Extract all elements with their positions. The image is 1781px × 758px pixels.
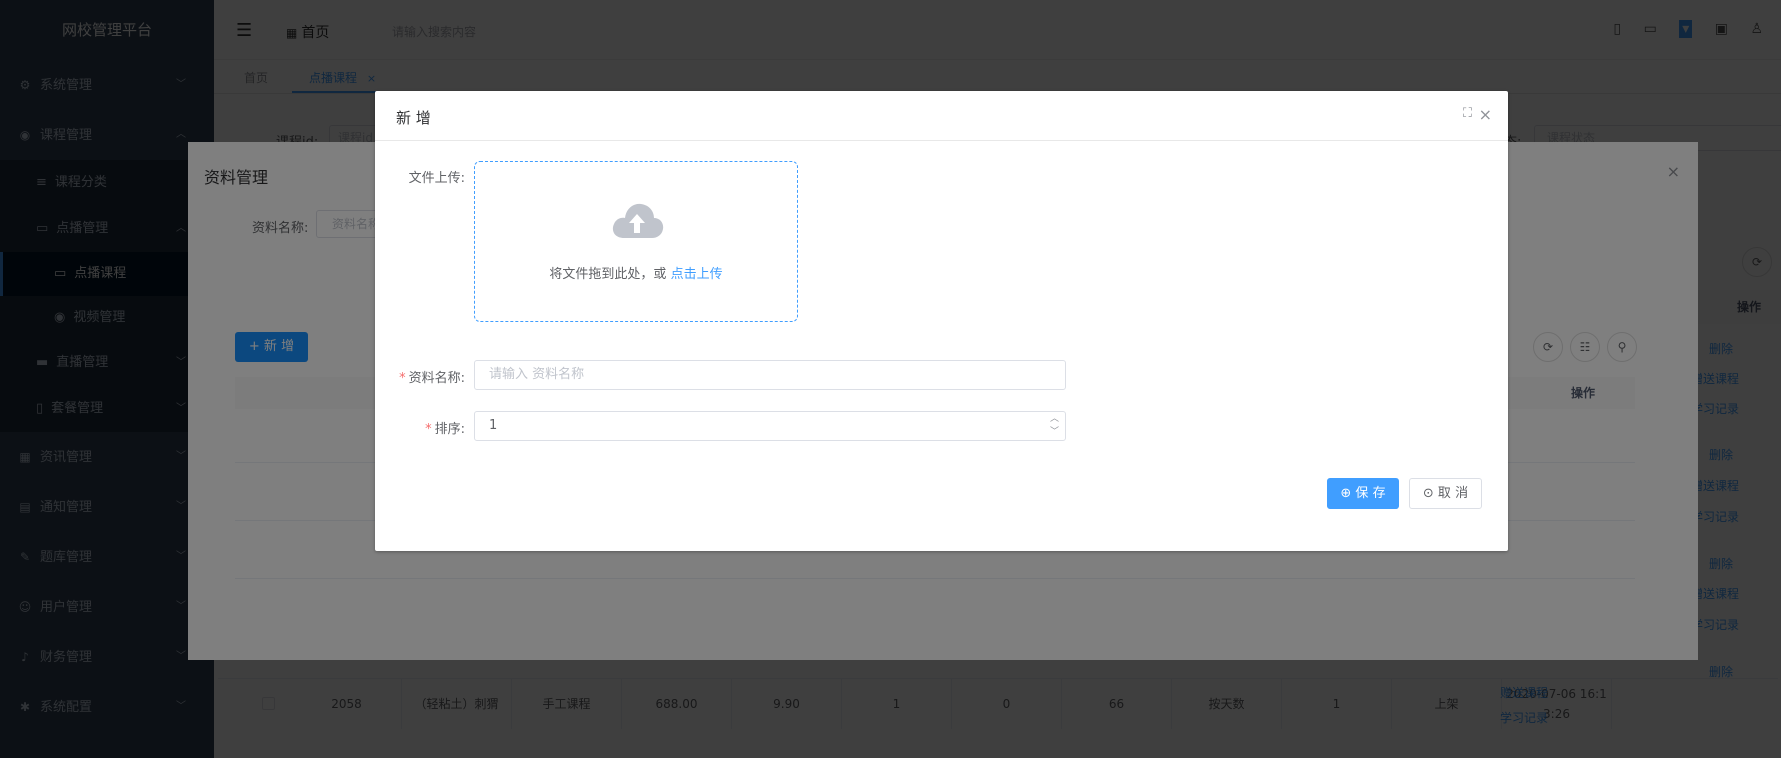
- material-name-input[interactable]: 请输入 资料名称: [474, 360, 1066, 390]
- cloud-upload-icon: [612, 203, 664, 238]
- chevron-up-icon[interactable]: ︿: [1050, 413, 1059, 426]
- material-name-label-text: 资料名称:: [408, 371, 465, 386]
- dialog-header: 新 增 ⛶ ×: [375, 91, 1508, 141]
- fullscreen-icon[interactable]: ⛶: [1463, 106, 1472, 121]
- sort-stepper[interactable]: 1 ︿ ﹀: [474, 411, 1066, 441]
- upload-hint: 将文件拖到此处，或 点击上传: [475, 263, 797, 282]
- stepper-arrows: ︿ ﹀: [1050, 413, 1059, 439]
- dialog-title: 新 增: [396, 109, 431, 127]
- upload-label: 文件上传:: [408, 171, 465, 186]
- cancel-button[interactable]: ⊙ 取 消: [1409, 478, 1482, 509]
- upload-dropzone[interactable]: 将文件拖到此处，或 点击上传: [474, 161, 798, 322]
- material-name-label: * 资料名称:: [399, 371, 465, 386]
- save-button[interactable]: ⊕ 保 存: [1327, 478, 1399, 509]
- add-material-dialog: 新 增 ⛶ × 文件上传: 将文件拖到此处，或 点击上传 * 资料名称: 请输入 …: [375, 91, 1508, 551]
- sort-value: 1: [489, 418, 498, 433]
- chevron-down-icon[interactable]: ﹀: [1050, 426, 1059, 439]
- close-icon[interactable]: ×: [1479, 105, 1492, 124]
- click-upload-link[interactable]: 点击上传: [671, 267, 723, 282]
- sort-label: * 排序:: [425, 422, 465, 437]
- upload-hint-text: 将文件拖到此处，或: [549, 267, 667, 282]
- sort-label-text: 排序:: [434, 422, 465, 437]
